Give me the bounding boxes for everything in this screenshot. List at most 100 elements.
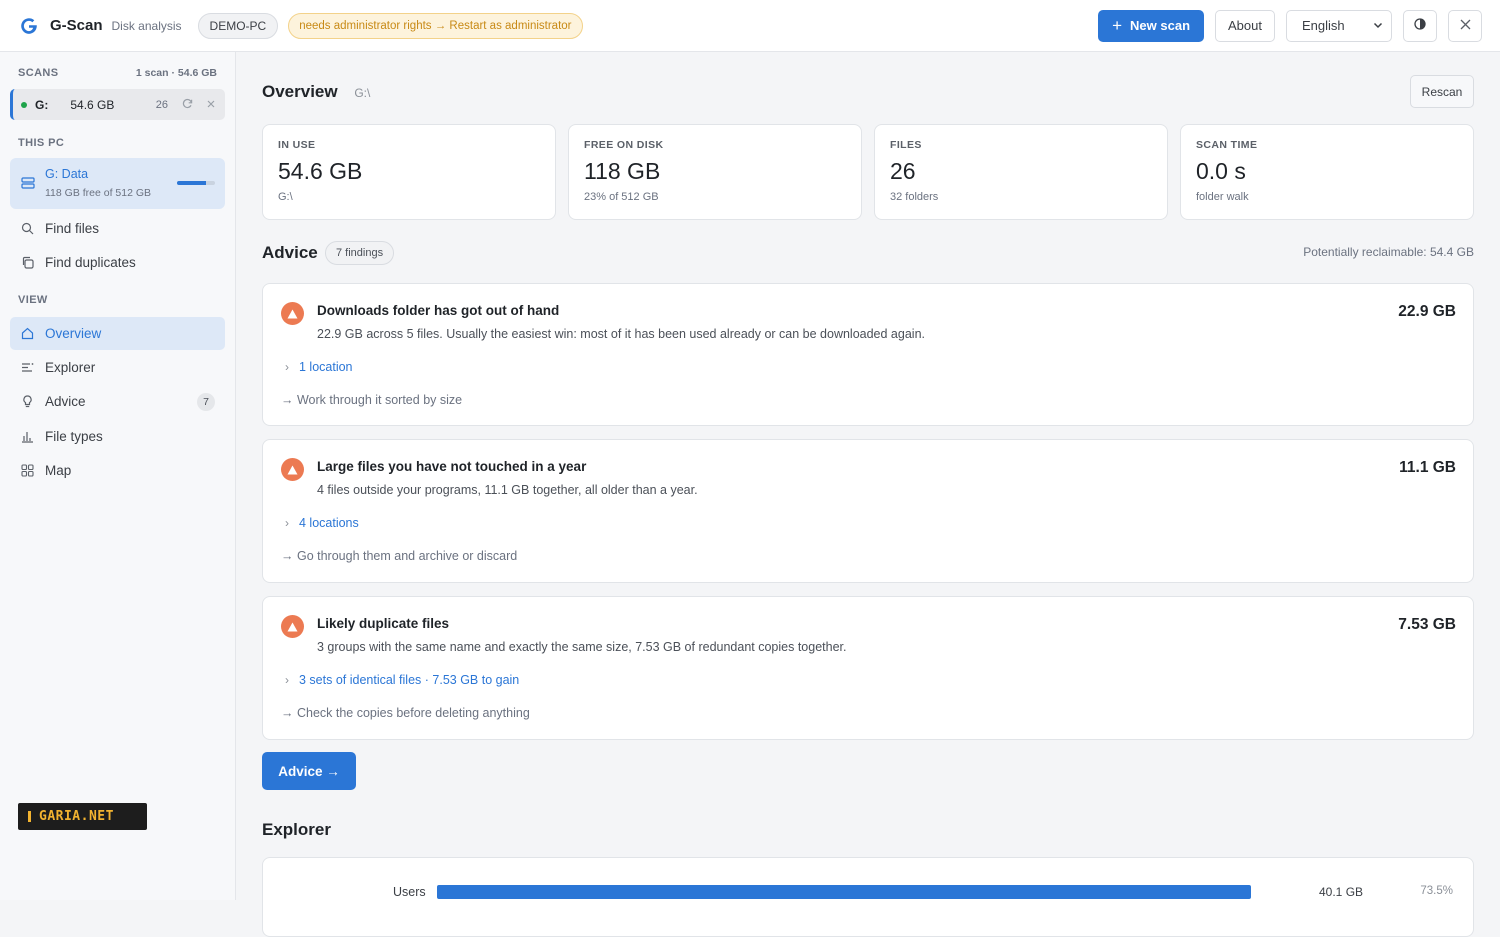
scan-size: 54.6 GB (70, 97, 115, 112)
advice-card-duplicates: Likely duplicate files 7.53 GB 3 groups … (262, 596, 1474, 740)
lightbulb-icon (20, 394, 35, 409)
advice-locations-toggle[interactable]: › 3 sets of identical files · 7.53 GB to… (285, 673, 519, 687)
app-header: G-Scan Disk analysis DEMO-PC needs admin… (0, 0, 1500, 52)
explorer-row-bar (437, 885, 1251, 899)
stat-card-in-use: IN USE 54.6 GB G:\ (262, 124, 556, 220)
brand-badge[interactable]: GARIA.NET (18, 803, 147, 830)
advice-card-old-large-files: Large files you have not touched in a ye… (262, 439, 1474, 583)
stat-sub: 23% of 512 GB (584, 191, 659, 203)
reclaimable-summary: Potentially reclaimable: 54.4 GB (1303, 245, 1474, 259)
advice-locations-toggle[interactable]: › 1 location (285, 360, 353, 374)
sidebar-item-file-types[interactable]: File types (10, 420, 225, 453)
sidebar-item-find-files[interactable]: Find files (10, 212, 225, 245)
brand-text: GARIA.NET (39, 809, 114, 824)
grid-icon (20, 463, 35, 478)
sidebar-item-label: Overview (45, 326, 102, 341)
close-icon[interactable] (207, 99, 215, 111)
new-scan-button[interactable]: + New scan (1098, 9, 1205, 42)
explorer-row-percent: 73.5% (1420, 885, 1453, 897)
drive-free-space: 118 GB free of 512 GB (45, 187, 152, 199)
advice-size: 11.1 GB (1399, 459, 1456, 476)
list-icon (20, 360, 35, 375)
language-select[interactable]: English (1286, 9, 1392, 42)
chevron-right-icon: › (285, 673, 289, 687)
home-icon (20, 326, 35, 341)
chevron-right-icon: › (285, 516, 289, 530)
restart-as-admin-link[interactable]: needs administrator rights → Restart as … (288, 12, 583, 39)
stat-sub: G:\ (278, 191, 293, 203)
plus-icon: + (1112, 16, 1123, 35)
drive-icon (21, 176, 35, 193)
advice-action[interactable]: → Check the copies before deleting anyth… (281, 706, 530, 720)
scan-drive: G: (35, 97, 49, 112)
stat-label: SCAN TIME (1196, 139, 1258, 151)
stat-sub: 32 folders (890, 191, 939, 203)
advice-link-label: 3 sets of identical files · 7.53 GB to g… (299, 673, 520, 687)
warning-icon (281, 302, 304, 325)
advice-title: Downloads folder has got out of hand (317, 303, 560, 318)
stat-sub: folder walk (1196, 191, 1249, 203)
scans-heading: SCANS (18, 67, 59, 79)
sidebar-item-overview[interactable]: Overview (10, 317, 225, 350)
page-title: Overview (262, 82, 338, 101)
app-name: G-Scan (50, 17, 103, 34)
advice-description: 4 files outside your programs, 11.1 GB t… (317, 483, 698, 497)
scans-summary: 1 scan · 54.6 GB (135, 67, 217, 79)
advice-title: Large files you have not touched in a ye… (317, 459, 587, 474)
stat-card-files: FILES 26 32 folders (874, 124, 1168, 220)
explorer-row-name[interactable]: Users (393, 885, 426, 899)
warning-icon (281, 615, 304, 638)
view-heading: VIEW (18, 294, 48, 306)
rescan-button[interactable]: Rescan (1410, 75, 1474, 108)
chevron-down-icon (1373, 18, 1383, 33)
advice-link-label: 1 location (299, 360, 353, 374)
advice-action[interactable]: → Work through it sorted by size (281, 393, 462, 407)
sidebar-item-label: Advice (45, 394, 86, 409)
sidebar: SCANS 1 scan · 54.6 GB G: 54.6 GB 26 THI… (0, 52, 236, 900)
main-content: Overview G:\ Rescan IN USE 54.6 GB G:\ F… (236, 52, 1500, 937)
findings-count-badge: 7 findings (325, 241, 395, 265)
advice-card-downloads: Downloads folder has got out of hand 22.… (262, 283, 1474, 426)
stat-label: IN USE (278, 139, 316, 151)
sidebar-item-advice[interactable]: Advice 7 (10, 385, 225, 418)
app-subtitle: Disk analysis (111, 18, 182, 33)
explorer-row-size: 40.1 GB (1319, 885, 1364, 899)
warning-icon (281, 458, 304, 481)
stat-card-scan-time: SCAN TIME 0.0 s folder walk (1180, 124, 1474, 220)
stat-value: 54.6 GB (278, 158, 363, 184)
explorer-heading: Explorer (262, 820, 331, 839)
advice-action[interactable]: → Go through them and archive or discard (281, 549, 517, 563)
stat-label: FILES (890, 139, 922, 151)
close-icon (1460, 18, 1471, 33)
stat-value: 118 GB (584, 158, 661, 184)
refresh-icon[interactable] (182, 98, 193, 112)
pc-name-badge: DEMO-PC (197, 12, 279, 39)
stat-value: 0.0 s (1196, 158, 1246, 184)
about-button[interactable]: About (1215, 9, 1275, 42)
sidebar-item-explorer[interactable]: Explorer (10, 351, 225, 384)
advice-locations-toggle[interactable]: › 4 locations (285, 516, 359, 530)
sidebar-item-find-duplicates[interactable]: Find duplicates (10, 246, 225, 279)
scan-item-g[interactable]: G: 54.6 GB 26 (10, 89, 225, 120)
status-dot-icon (21, 101, 27, 108)
overview-heading: Overview G:\ (262, 82, 370, 102)
sidebar-item-label: Explorer (45, 360, 96, 375)
theme-toggle-button[interactable] (1403, 9, 1437, 42)
this-pc-heading: THIS PC (18, 137, 65, 149)
advice-description: 22.9 GB across 5 files. Usually the easi… (317, 327, 925, 341)
advice-title: Likely duplicate files (317, 616, 450, 631)
stat-card-free-on-disk: FREE ON DISK 118 GB 23% of 512 GB (568, 124, 862, 220)
new-scan-label: New scan (1130, 18, 1191, 33)
sidebar-item-label: Find files (45, 221, 100, 236)
sidebar-item-map[interactable]: Map (10, 454, 225, 487)
open-advice-button[interactable]: Advice → (262, 752, 356, 790)
advice-size: 7.53 GB (1398, 616, 1456, 633)
scan-count: 26 (155, 98, 168, 111)
header-actions: + New scan About English (1098, 9, 1482, 42)
stat-value: 26 (890, 158, 916, 184)
advice-description: 3 groups with the same name and exactly … (317, 640, 847, 654)
drive-item-g[interactable]: G: Data 118 GB free of 512 GB (10, 158, 225, 209)
close-window-button[interactable] (1448, 9, 1482, 42)
drive-name: G: Data (45, 167, 89, 181)
sidebar-item-label: File types (45, 429, 103, 444)
